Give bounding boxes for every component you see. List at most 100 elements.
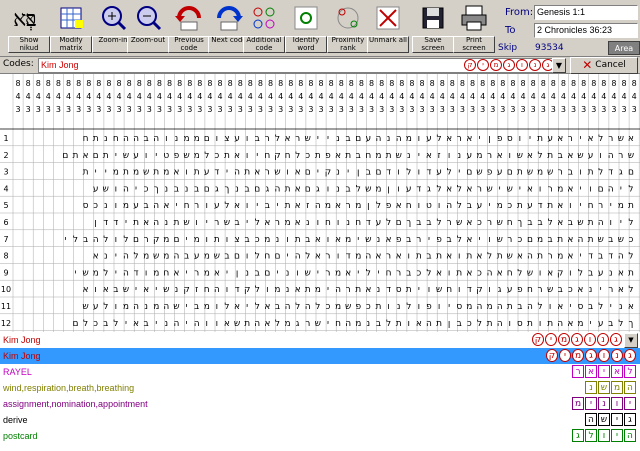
matrix-letter: ה xyxy=(174,319,180,329)
matrix-letter: ל xyxy=(628,218,633,228)
matrix-letter: ו xyxy=(397,168,399,178)
to-field[interactable]: 2 Chronicles 36:23 xyxy=(534,23,638,38)
matrix-letter: מ xyxy=(497,201,503,211)
matrix-letter: פ xyxy=(487,168,493,178)
codes-bar: Codes: Kim Jong קימגונג ▼ ✕ Cancel xyxy=(0,57,640,74)
matrix-letter: ח xyxy=(386,268,392,278)
matrix-letter: ב xyxy=(174,184,179,194)
additional-code-icon xyxy=(253,7,275,29)
matrix-letter: ד xyxy=(346,252,351,262)
matrix-letter: ו xyxy=(589,184,591,194)
matrix-letter: ש xyxy=(214,252,220,262)
matrix-letter: ם xyxy=(598,184,604,194)
grid-matrix-button[interactable]: Modify matrix xyxy=(50,2,92,55)
result-letter: א xyxy=(585,365,597,378)
matrix-letter: ל xyxy=(578,268,583,278)
matrix-letter: ה xyxy=(527,252,533,262)
matrix-letter: ת xyxy=(466,252,472,262)
from-field[interactable]: Genesis 1:1 xyxy=(534,5,638,20)
matrix-letter: מ xyxy=(476,151,482,161)
matrix-letter: ו xyxy=(397,184,399,194)
floppy-disk-button[interactable]: Save screen xyxy=(412,2,454,55)
matrix-letter: מ xyxy=(345,235,351,245)
column-header-digit: 4 xyxy=(611,92,616,101)
matrix-letter: נ xyxy=(346,218,350,228)
column-header-digit: 4 xyxy=(137,92,142,101)
column-header-digit: 3 xyxy=(561,105,566,114)
printer-button[interactable]: Print screen xyxy=(453,2,495,55)
matrix-letter: א xyxy=(446,134,452,144)
matrix-letter: ך xyxy=(517,218,522,228)
result-row[interactable]: wind,respiration,breath,breathing נ ש מ ה xyxy=(0,380,640,396)
column-header-digit: 8 xyxy=(571,79,576,88)
matrix-letter: י xyxy=(186,319,188,329)
results-dropdown-button[interactable]: ▼ xyxy=(624,333,638,348)
zoom-out-button[interactable]: Zoom-out xyxy=(127,2,169,55)
unmark-button[interactable]: Unmark all xyxy=(367,2,409,55)
column-header-digit: 8 xyxy=(541,79,546,88)
column-header-digit: 8 xyxy=(329,79,334,88)
column-header-digit: 4 xyxy=(36,92,41,101)
column-header-digit: 3 xyxy=(531,105,536,114)
matrix-letter: ר xyxy=(194,268,199,278)
matrix-letter: ש xyxy=(224,218,230,228)
matrix-letter: ע xyxy=(194,252,200,262)
result-row[interactable]: postcard ג ל ו י ה xyxy=(0,428,640,444)
matrix-letter: ו xyxy=(458,285,460,295)
additional-code-button[interactable]: Additional code xyxy=(243,2,285,55)
matrix-letter: י xyxy=(428,235,430,245)
results-header-row[interactable]: Kim Jong ק י מ ג ו נ ג xyxy=(0,332,640,348)
toolbar-button-label: Show nikud xyxy=(8,36,50,53)
proximity-button[interactable]: Proximity rank xyxy=(327,2,369,55)
result-row[interactable]: RAYEL ר א י א ל xyxy=(0,364,640,380)
matrix-letter: ה xyxy=(163,302,169,312)
column-header-digit: 3 xyxy=(248,105,253,114)
matrix-letter: א xyxy=(234,302,240,312)
matrix-letter: ל xyxy=(356,184,361,194)
letter-matrix[interactable]: 8438438438438438438438438438438438438438… xyxy=(0,74,640,332)
column-header-digit: 8 xyxy=(197,79,202,88)
matrix-letter: ש xyxy=(365,184,371,194)
matrix-letter: ו xyxy=(448,268,450,278)
column-header-digit: 3 xyxy=(86,105,91,114)
matrix-letter: ש xyxy=(173,302,179,312)
matrix-letter: א xyxy=(163,201,169,211)
result-row[interactable]: derive ה ש י ג xyxy=(0,412,640,428)
matrix-letter: ך xyxy=(225,184,230,194)
codes-dropdown-button[interactable]: ▼ xyxy=(552,58,566,73)
matrix-letter: א xyxy=(446,252,452,262)
matrix-letter: ל xyxy=(487,252,492,262)
matrix-letter: מ xyxy=(274,285,280,295)
row-number: 10 xyxy=(1,285,11,294)
result-row[interactable]: Kim Jong ק י מ ג ו נ ג xyxy=(0,348,640,364)
matrix-letter: ע xyxy=(436,168,442,178)
matrix-letter: ה xyxy=(254,319,260,329)
previous-arrow-button[interactable]: Previous code xyxy=(168,2,210,55)
cancel-button[interactable]: ✕ Cancel xyxy=(570,57,638,74)
column-header-digit: 4 xyxy=(157,92,162,101)
matrix-letter: ס xyxy=(507,134,513,144)
hebrew-letters-button[interactable]: א Show nikud xyxy=(8,2,50,55)
matrix-letter: ש xyxy=(547,168,553,178)
matrix-letter: ר xyxy=(447,218,452,228)
result-letter: ק xyxy=(532,333,544,346)
result-letter: מ xyxy=(611,381,623,394)
matrix-letter: א xyxy=(295,218,301,228)
matrix-letter: ד xyxy=(113,218,118,228)
matrix-letter: ש xyxy=(496,235,502,245)
result-row[interactable]: assignment,nomination,appointment מ י נ ו י xyxy=(0,396,640,412)
column-header-digit: 8 xyxy=(26,79,31,88)
matrix-letter: נ xyxy=(336,184,340,194)
column-header-digit: 3 xyxy=(450,105,455,114)
grid-matrix-icon xyxy=(60,7,83,29)
matrix-letter: ל xyxy=(447,168,452,178)
matrix-letter: א xyxy=(173,268,179,278)
identify-word-button[interactable]: Identify word xyxy=(285,2,327,55)
area-button[interactable]: Area xyxy=(608,41,640,55)
matrix-letter: ם xyxy=(204,184,210,194)
matrix-letter: מ xyxy=(466,302,472,312)
matrix-letter: נ xyxy=(104,134,108,144)
matrix-letter: א xyxy=(143,218,149,228)
column-header-digit: 8 xyxy=(389,79,394,88)
matrix-letter: ל xyxy=(103,302,108,312)
